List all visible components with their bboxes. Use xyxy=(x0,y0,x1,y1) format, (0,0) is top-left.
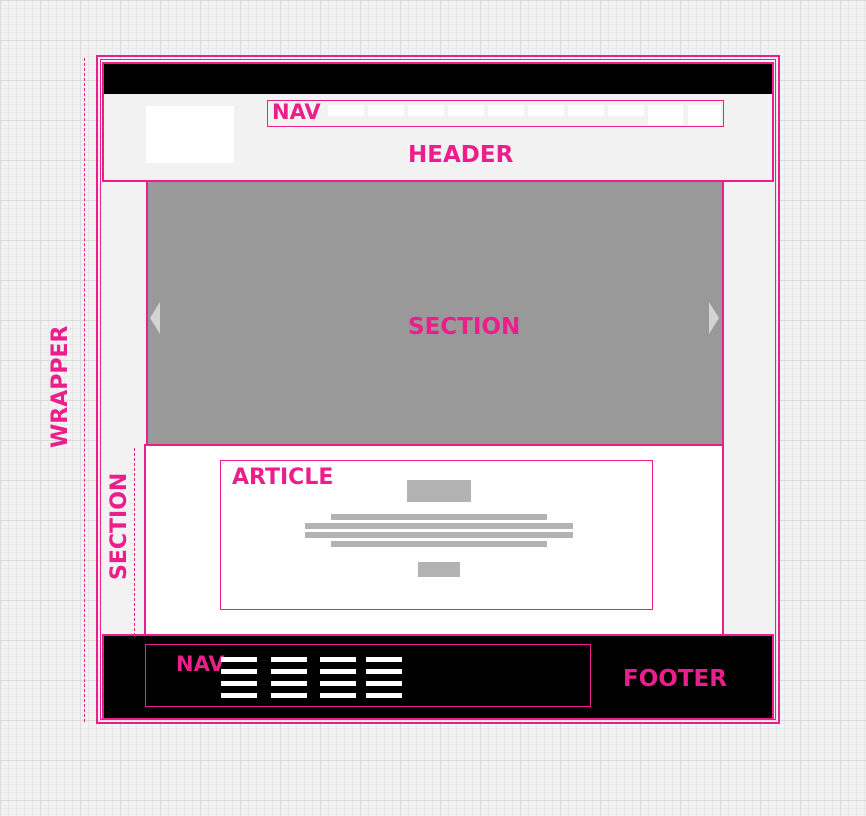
content-section: ARTICLE xyxy=(144,444,724,638)
footer-nav-link[interactable] xyxy=(271,681,307,686)
header: NAV HEADER xyxy=(102,62,774,182)
footer-nav: NAV xyxy=(145,644,591,707)
slider-section: SECTION xyxy=(146,180,724,446)
footer-nav-link[interactable] xyxy=(221,657,257,662)
article-button-placeholder[interactable] xyxy=(418,562,460,577)
footer-nav-link[interactable] xyxy=(221,681,257,686)
footer-nav-link[interactable] xyxy=(366,693,402,698)
arrow-right-icon[interactable] xyxy=(709,302,719,334)
nav-item[interactable] xyxy=(488,105,524,116)
footer-nav-link[interactable] xyxy=(320,681,356,686)
header-nav: NAV xyxy=(267,100,724,127)
footer-nav-link[interactable] xyxy=(271,669,307,674)
footer-nav-list[interactable] xyxy=(320,657,356,701)
footer-nav-list[interactable] xyxy=(271,657,307,701)
article-text-line xyxy=(331,541,547,547)
nav-item[interactable] xyxy=(648,105,683,125)
article-text-line xyxy=(331,514,547,520)
article-heading-placeholder xyxy=(407,480,471,502)
nav-item[interactable] xyxy=(368,105,404,116)
nav-item[interactable] xyxy=(568,105,604,116)
footer-nav-link[interactable] xyxy=(366,681,402,686)
footer-label: FOOTER xyxy=(623,666,727,692)
footer-nav-list[interactable] xyxy=(366,657,402,701)
nav-item[interactable] xyxy=(408,105,444,116)
header-nav-label: NAV xyxy=(272,100,321,124)
footer-nav-link[interactable] xyxy=(271,657,307,662)
header-top-bar xyxy=(104,64,772,94)
header-label: HEADER xyxy=(408,142,514,168)
nav-item[interactable] xyxy=(608,105,644,116)
arrow-left-icon[interactable] xyxy=(150,302,160,334)
footer-nav-list[interactable] xyxy=(221,657,257,701)
nav-item[interactable] xyxy=(688,105,721,125)
article-text-line xyxy=(305,523,573,529)
footer-nav-link[interactable] xyxy=(366,657,402,662)
footer-nav-link[interactable] xyxy=(271,693,307,698)
wrapper-dashed-line xyxy=(84,58,85,722)
nav-item[interactable] xyxy=(528,105,564,116)
footer-nav-link[interactable] xyxy=(320,657,356,662)
content-section-label: SECTION xyxy=(107,472,132,580)
article-text-line xyxy=(305,532,573,538)
footer-nav-link[interactable] xyxy=(320,669,356,674)
article: ARTICLE xyxy=(220,460,653,610)
nav-item[interactable] xyxy=(448,105,484,116)
logo-placeholder xyxy=(146,106,234,163)
footer-nav-link[interactable] xyxy=(221,693,257,698)
footer: NAV FOOTER xyxy=(102,634,774,720)
footer-nav-link[interactable] xyxy=(366,669,402,674)
nav-item[interactable] xyxy=(328,105,364,116)
slider-section-label: SECTION xyxy=(408,314,521,340)
footer-nav-link[interactable] xyxy=(320,693,356,698)
wrapper-label: WRAPPER xyxy=(48,325,73,448)
article-label: ARTICLE xyxy=(232,465,334,490)
section-dashed-line xyxy=(134,448,135,636)
footer-nav-link[interactable] xyxy=(221,669,257,674)
footer-nav-label: NAV xyxy=(176,652,225,676)
